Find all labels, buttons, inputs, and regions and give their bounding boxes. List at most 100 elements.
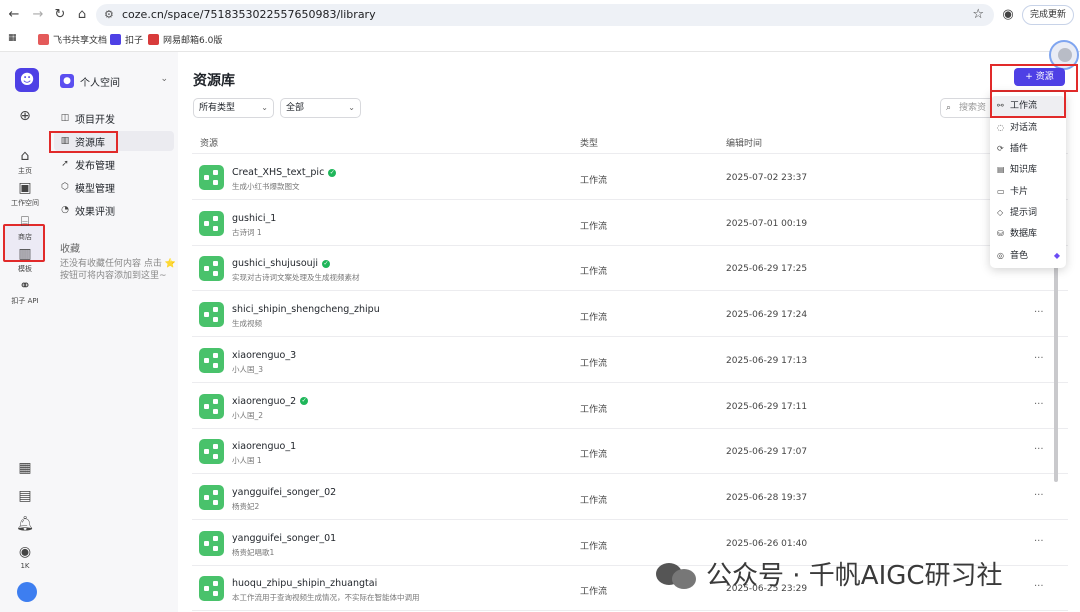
reload-icon[interactable]: ↻ (52, 7, 68, 23)
resource-edit-time: 2025-07-01 00:19 (726, 218, 808, 229)
resource-name[interactable]: Creat_XHS_text_pic ✓ (232, 167, 337, 178)
user-icon: ● (60, 74, 74, 88)
resource-type: 工作流 (580, 221, 608, 232)
table-row[interactable]: yangguifei_songer_02 杨贵妃2 工作流 2025-06-28… (192, 475, 1068, 520)
avatar[interactable] (17, 582, 37, 602)
bookmark-netease[interactable]: 网易邮箱6.0版 (148, 33, 222, 46)
menu-item-card[interactable]: ▭ 卡片 (992, 182, 1064, 202)
resource-edit-time: 2025-07-02 23:37 (726, 173, 808, 183)
address-bar[interactable]: ⚙ coze.cn/space/7518353022557650983/libr… (96, 4, 994, 26)
resource-edit-time: 2025-06-29 17:11 (726, 401, 808, 412)
menu-item-database[interactable]: ⛁ 数据库 (992, 224, 1064, 244)
workflow-icon (199, 256, 224, 282)
resource-type: 工作流 (580, 176, 608, 186)
back-icon[interactable]: ← (6, 7, 22, 23)
create-button[interactable]: ⊕ (0, 108, 50, 124)
resource-name[interactable]: gushici_1 (232, 213, 276, 224)
rail-item-store[interactable]: ⌸ 商店 (0, 214, 50, 242)
rail-item-home[interactable]: ⌂ 主页 (0, 148, 50, 176)
resource-description: 杨贵妃唱歌1 (232, 547, 275, 557)
resource-type: 工作流 (580, 541, 608, 552)
bell-icon: 🔔︎ (16, 516, 34, 532)
resource-name[interactable]: gushici_shujusouji ✓ (232, 258, 330, 269)
more-actions-icon[interactable]: ··· (1034, 536, 1044, 547)
table-row[interactable]: Creat_XHS_text_pic ✓ 生成小红书爆款图文 工作流 2025-0… (192, 155, 1068, 200)
more-actions-icon[interactable]: ··· (1034, 307, 1044, 318)
resource-type: 工作流 (580, 358, 608, 369)
more-actions-icon[interactable]: ··· (1034, 399, 1044, 410)
grid-icon: ▦ (18, 460, 32, 476)
rail-docs-button[interactable]: ▤ (0, 488, 50, 504)
main-content: 资源库 所有类型 ⌄ 全部 ⌄ ⌕ 搜索资 资源 类型 编辑时间 Creat_XHS_… (178, 52, 1080, 612)
store-icon: ⌸ (20, 214, 30, 230)
menu-item-voice[interactable]: ◎ 音色 ◆ (992, 246, 1064, 266)
more-actions-icon[interactable]: ··· (1034, 490, 1044, 501)
rail-apps-button[interactable]: ▦ (0, 460, 50, 476)
sidebar-item-publish[interactable]: ➚ 发布管理 (54, 154, 174, 174)
table-row[interactable]: gushici_1 古诗词 1 工作流 2025-07-01 00:19 (192, 201, 1068, 246)
workflow-icon (199, 393, 224, 419)
url-text[interactable]: coze.cn/space/7518353022557650983/librar… (122, 8, 376, 21)
coze-logo-icon[interactable]: ☻ (15, 68, 39, 92)
kouzi-icon (110, 34, 121, 45)
forward-icon[interactable]: → (30, 7, 46, 23)
more-actions-icon[interactable]: ··· (1034, 444, 1044, 455)
workflow-icon (199, 347, 224, 373)
resource-name[interactable]: yangguifei_songer_01 (232, 533, 336, 544)
more-actions-icon[interactable]: ··· (1034, 581, 1044, 592)
resource-type: 工作流 (580, 587, 608, 598)
workflow-icon (199, 165, 224, 190)
rail-item-workspace[interactable]: ▣ 工作空间 (0, 180, 50, 208)
rail-item-api[interactable]: ⚭ 扣子 API (0, 278, 50, 306)
profile-icon[interactable]: ◉ (1000, 7, 1016, 23)
page-title: 资源库 (193, 73, 235, 89)
table-row[interactable]: xiaorenguo_1 小人国 1 工作流 2025-06-29 17:07 … (192, 429, 1068, 475)
rail-item-templates[interactable]: ▥ 模板 (0, 246, 50, 274)
resource-description: 生成视频 (232, 319, 262, 329)
home-icon[interactable]: ⌂ (74, 7, 90, 23)
project-icon: ◫ (60, 113, 70, 123)
bookmark-star-icon[interactable]: ☆ (972, 7, 984, 22)
apps-icon[interactable]: ▦ (8, 33, 17, 43)
bookmark-kouzi[interactable]: 扣子 (110, 33, 143, 46)
menu-item-prompt[interactable]: ◇ 提示词 (992, 203, 1064, 223)
resource-type-menu: ⚯ 工作流 ◌ 对话流 ⟳ 插件 ▤ 知识库 ▭ 卡片 ◇ 提示词 ⛁ 数据库 ◎ 音色 ◆ (990, 92, 1066, 268)
resource-name[interactable]: huoqu_zhipu_shipin_zhuangtai (232, 578, 377, 589)
resource-name[interactable]: xiaorenguo_1 (232, 441, 296, 452)
table-row[interactable]: gushici_shujusouji ✓ 实现对古诗词文案处理及生成视频素材 工作… (192, 246, 1068, 292)
sidebar-item-models[interactable]: ⬡ 模型管理 (54, 177, 174, 197)
resource-name[interactable]: shici_shipin_shengcheng_zhipu (232, 304, 380, 315)
rail-notify-button[interactable]: 🔔︎ (0, 516, 50, 532)
chat-icon: ◌ (997, 123, 1004, 132)
resource-description: 古诗词 1 (232, 227, 262, 237)
bookmark-feishu[interactable]: 飞书共享文档 (38, 33, 107, 46)
menu-item-chatflow[interactable]: ◌ 对话流 (992, 118, 1064, 138)
sidebar-item-projects[interactable]: ◫ 项目开发 (54, 108, 174, 128)
sidebar-item-evaluation[interactable]: ◔ 效果评测 (54, 200, 174, 220)
resource-edit-time: 2025-06-28 19:37 (726, 492, 808, 503)
template-icon: ▥ (18, 246, 32, 262)
resource-type: 工作流 (580, 450, 608, 461)
site-info-icon[interactable]: ⚙ (104, 8, 114, 21)
menu-item-plugin[interactable]: ⟳ 插件 (992, 139, 1064, 159)
table-row[interactable]: xiaorenguo_2 ✓ 小人国_2 工作流 2025-06-29 17:11… (192, 384, 1068, 429)
scope-filter-select[interactable]: 全部 ⌄ (280, 98, 361, 118)
resource-name[interactable]: xiaorenguo_2 ✓ (232, 396, 309, 407)
resource-type: 工作流 (580, 313, 608, 324)
workflow-icon (199, 530, 224, 556)
more-actions-icon[interactable]: ··· (1034, 353, 1044, 364)
resource-name[interactable]: yangguifei_songer_02 (232, 487, 336, 498)
rail-credits[interactable]: ◉ 1K (0, 544, 50, 570)
document-icon: ▤ (18, 488, 32, 504)
resource-description: 生成小红书爆款图文 (232, 182, 300, 191)
table-row[interactable]: xiaorenguo_3 小人国_3 工作流 2025-06-29 17:13 … (192, 338, 1068, 383)
workspace-selector[interactable]: ● 个人空间 ⌄ (60, 72, 172, 90)
table-row[interactable]: shici_shipin_shengcheng_zhipu 生成视频 工作流 2… (192, 292, 1068, 338)
type-filter-select[interactable]: 所有类型 ⌄ (193, 98, 274, 118)
resource-name[interactable]: xiaorenguo_3 (232, 350, 296, 361)
card-icon: ▭ (997, 187, 1005, 196)
update-button[interactable]: 完成更新 (1022, 5, 1074, 25)
menu-item-knowledge[interactable]: ▤ 知识库 (992, 160, 1064, 180)
plus-circle-icon: ⊕ (19, 108, 31, 124)
favorites-empty-text: 还没有收藏任何内容 点击 ⭐ 按钮可将内容添加到这里~ (60, 259, 176, 281)
